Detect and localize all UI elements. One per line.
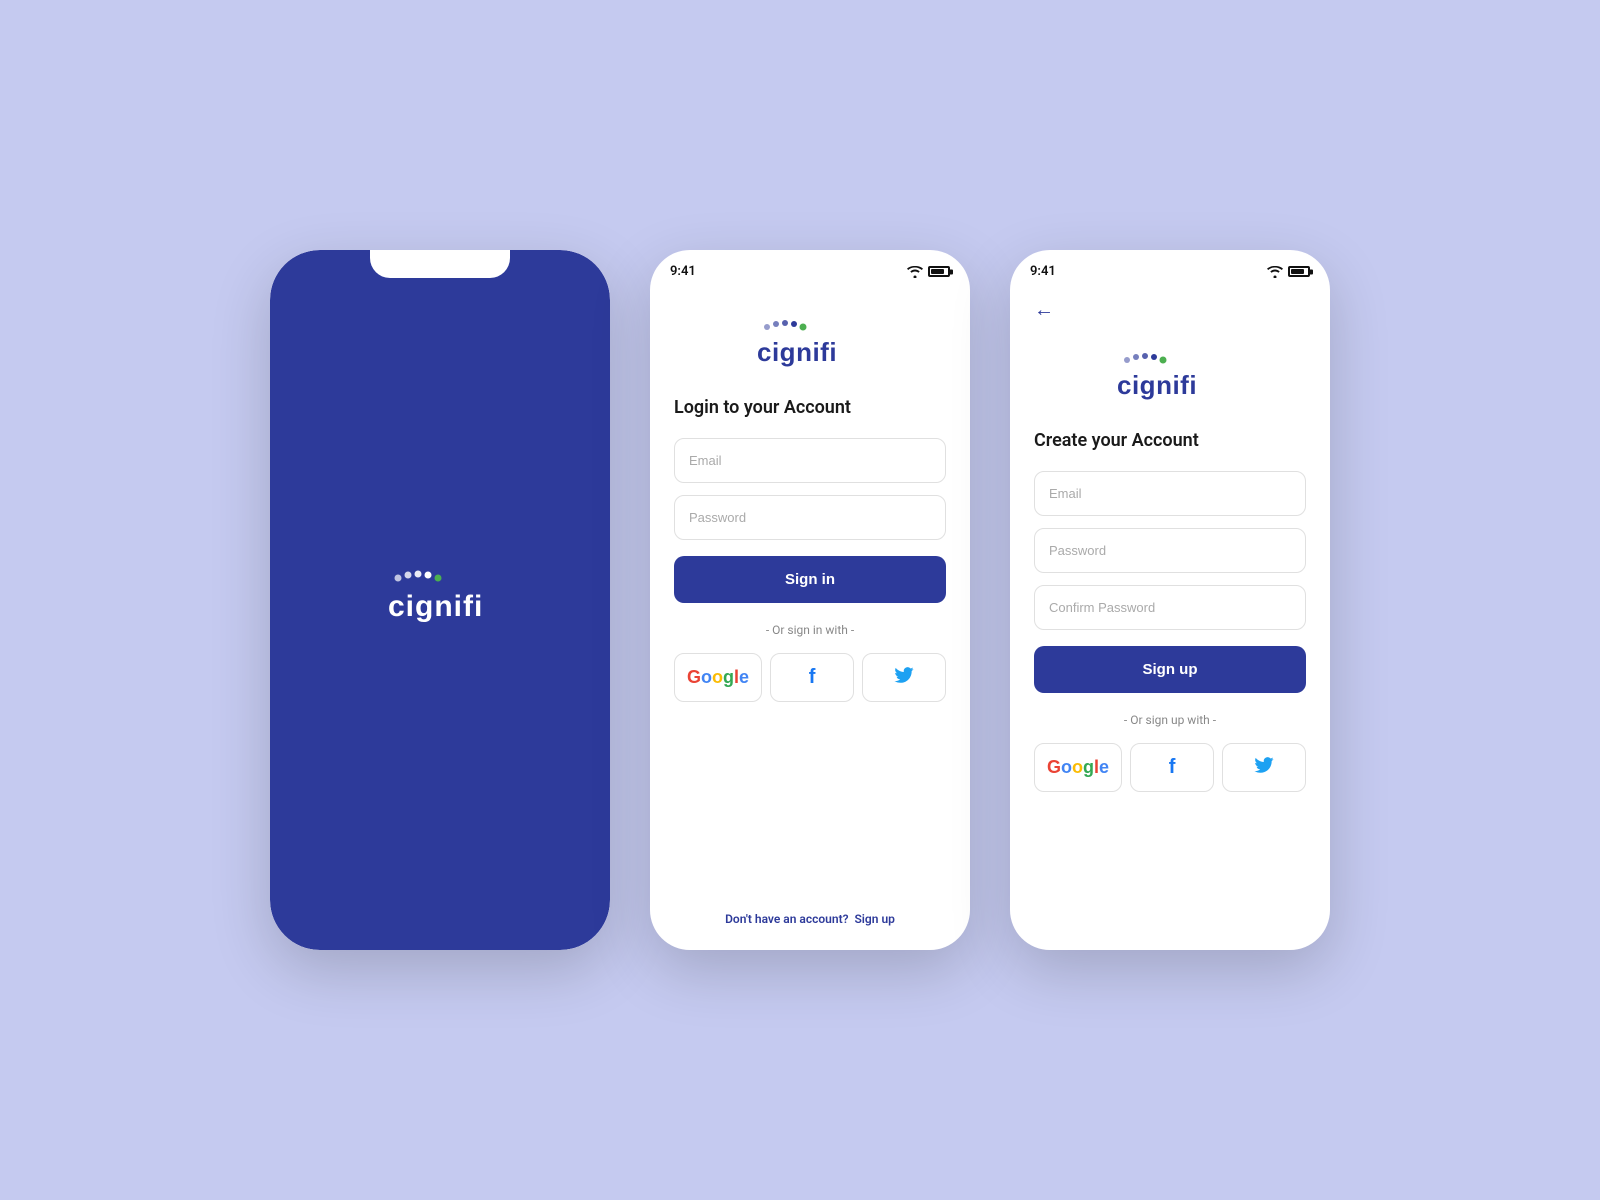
splash-logo-container: cignifi xyxy=(360,570,520,630)
no-account-text: Don't have an account? xyxy=(725,912,848,926)
register-password-input[interactable] xyxy=(1034,528,1306,573)
register-status-bar: 9:41 xyxy=(1010,250,1330,287)
facebook-login-button[interactable]: f xyxy=(770,653,854,702)
google-icon: Google xyxy=(687,667,749,688)
back-button[interactable]: ← xyxy=(1034,297,1306,322)
login-logo-container: cignifi xyxy=(674,317,946,369)
register-social-buttons: Google f xyxy=(1034,743,1306,792)
login-social-buttons: Google f xyxy=(674,653,946,702)
register-phone: 9:41 ← cignifi Create xyxy=(1010,250,1330,950)
svg-text:cignifi: cignifi xyxy=(757,337,837,367)
sign-up-button[interactable]: Sign up xyxy=(1034,646,1306,693)
twitter-login-button[interactable] xyxy=(862,653,946,702)
svg-text:cignifi: cignifi xyxy=(388,590,483,623)
facebook-register-button[interactable]: f xyxy=(1130,743,1214,792)
login-phone: 9:41 cignifi Login to your Accou xyxy=(650,250,970,950)
register-time: 9:41 xyxy=(1030,264,1056,279)
register-logo-container: cignifi xyxy=(1034,350,1306,402)
login-time: 9:41 xyxy=(670,264,696,279)
login-or-divider: - Or sign in with - xyxy=(674,623,946,637)
register-title: Create your Account xyxy=(1034,430,1306,451)
facebook-icon: f xyxy=(809,666,816,689)
twitter-icon xyxy=(894,667,914,688)
login-status-bar: 9:41 xyxy=(650,250,970,287)
sign-up-link[interactable]: Sign up xyxy=(854,912,894,926)
login-logo-svg: cignifi xyxy=(745,317,875,369)
splash-screen: cignifi xyxy=(270,250,610,950)
google-register-button[interactable]: Google xyxy=(1034,743,1122,792)
register-email-input[interactable] xyxy=(1034,471,1306,516)
twitter-register-button[interactable] xyxy=(1222,743,1306,792)
register-status-icons xyxy=(1267,266,1310,278)
login-status-icons xyxy=(907,266,950,278)
sign-in-button[interactable]: Sign in xyxy=(674,556,946,603)
login-title: Login to your Account xyxy=(674,397,946,418)
register-or-divider: - Or sign up with - xyxy=(1034,713,1306,727)
splash-phone: cignifi xyxy=(270,250,610,950)
register-logo-svg: cignifi xyxy=(1105,350,1235,402)
battery-icon xyxy=(928,266,950,277)
google-icon-register: Google xyxy=(1047,757,1109,778)
login-email-input[interactable] xyxy=(674,438,946,483)
wifi-icon-register xyxy=(1267,266,1283,278)
google-login-button[interactable]: Google xyxy=(674,653,762,702)
svg-text:cignifi: cignifi xyxy=(1117,370,1197,400)
twitter-icon-register xyxy=(1254,757,1274,778)
login-bottom-link: Don't have an account? Sign up xyxy=(674,902,946,926)
login-scroll: cignifi Login to your Account Sign in - … xyxy=(650,287,970,950)
notch xyxy=(370,250,510,278)
login-password-input[interactable] xyxy=(674,495,946,540)
facebook-icon-register: f xyxy=(1169,756,1176,779)
splash-logo-svg: cignifi xyxy=(360,570,520,630)
wifi-icon xyxy=(907,266,923,278)
register-confirm-password-input[interactable] xyxy=(1034,585,1306,630)
register-scroll: ← cignifi Create your Account Sign up - … xyxy=(1010,287,1330,950)
battery-icon-register xyxy=(1288,266,1310,277)
